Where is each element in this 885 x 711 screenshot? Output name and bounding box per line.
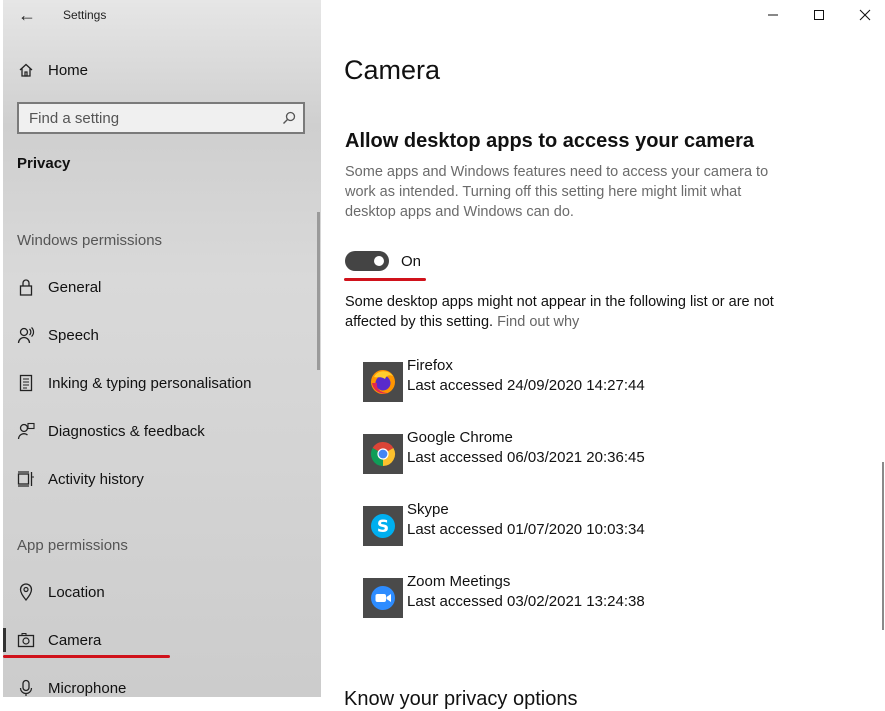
maximize-button[interactable] [796,0,842,30]
search-input[interactable] [19,104,279,132]
sidebar-item-label: Diagnostics & feedback [48,422,205,440]
app-name: Google Chrome [407,429,513,446]
sidebar-scrollbar[interactable] [317,212,320,370]
section-title: Allow desktop apps to access your camera [345,130,755,152]
next-section-heading: Know your privacy options [344,688,578,710]
svg-text:S: S [377,517,389,537]
app-list-item-skype: S Skype Last accessed 01/07/2020 10:03:3… [363,501,763,546]
sidebar: ← Settings Home Privacy Windows permissi… [3,0,321,697]
category-title: Privacy [17,155,71,172]
sidebar-item-location[interactable]: Location [3,570,321,614]
sidebar-item-home[interactable]: Home [3,48,321,92]
minimize-button[interactable] [750,0,796,30]
sidebar-item-microphone[interactable]: Microphone [3,666,321,697]
camera-highlight-underline [3,655,170,658]
find-out-why-link[interactable]: Find out why [497,314,579,330]
main-scrollbar[interactable] [882,462,884,630]
sidebar-item-label: Inking & typing personalisation [48,374,252,392]
skype-icon: S [363,506,403,546]
app-last-accessed: Last accessed 03/02/2021 13:24:38 [407,593,645,610]
camera-icon [17,631,35,649]
page-title: Camera [344,55,441,85]
sidebar-item-label: Camera [48,631,102,649]
app-list-item-firefox: Firefox Last accessed 24/09/2020 14:27:4… [363,357,763,402]
sidebar-item-activity-history[interactable]: Activity history [3,457,321,501]
sidebar-item-general[interactable]: General [3,265,321,309]
app-name: Firefox [407,357,453,374]
inking-icon [17,374,35,392]
windows-permissions-header: Windows permissions [17,232,163,249]
toggle-state-label: On [401,253,422,270]
sidebar-item-label: General [48,278,102,296]
back-arrow-icon[interactable]: ← [15,4,39,26]
app-list-item-zoom: Zoom Meetings Last accessed 03/02/2021 1… [363,573,763,618]
firefox-icon [363,362,403,402]
app-last-accessed: Last accessed 24/09/2020 14:27:44 [407,377,645,394]
search-icon[interactable] [281,110,297,126]
speech-icon [17,326,35,344]
close-button[interactable] [842,0,885,30]
toggle-highlight-underline [344,278,426,281]
sidebar-item-diagnostics[interactable]: Diagnostics & feedback [3,409,321,453]
app-permissions-header: App permissions [17,537,128,554]
desktop-apps-camera-toggle[interactable] [345,251,389,271]
microphone-icon [17,679,35,697]
search-field[interactable] [17,102,305,134]
toggle-knob [374,256,384,266]
sidebar-item-label: Location [48,583,105,601]
close-icon [859,9,871,21]
zoom-icon [363,578,403,618]
sidebar-item-inking-typing[interactable]: Inking & typing personalisation [3,361,321,405]
desktop-apps-note: Some desktop apps might not appear in th… [345,292,785,332]
app-last-accessed: Last accessed 06/03/2021 20:36:45 [407,449,645,466]
home-icon [17,61,35,79]
minimize-icon [768,14,778,16]
app-name: Zoom Meetings [407,573,511,590]
maximize-icon [814,10,824,20]
app-last-accessed: Last accessed 01/07/2020 10:03:34 [407,521,645,538]
location-icon [17,583,35,601]
sidebar-item-speech[interactable]: Speech [3,313,321,357]
app-list-item-chrome: Google Chrome Last accessed 06/03/2021 2… [363,429,763,474]
window-title: Settings [63,8,107,22]
sidebar-item-label: Activity history [48,470,144,488]
sidebar-item-label: Speech [48,326,99,344]
lock-icon [17,278,35,296]
chrome-icon [363,434,403,474]
app-name: Skype [407,501,449,518]
diagnostics-icon [17,422,35,440]
section-description: Some apps and Windows features need to a… [345,164,769,220]
sidebar-item-label: Microphone [48,679,127,697]
activity-history-icon [17,470,35,488]
sidebar-item-label: Home [48,61,89,79]
